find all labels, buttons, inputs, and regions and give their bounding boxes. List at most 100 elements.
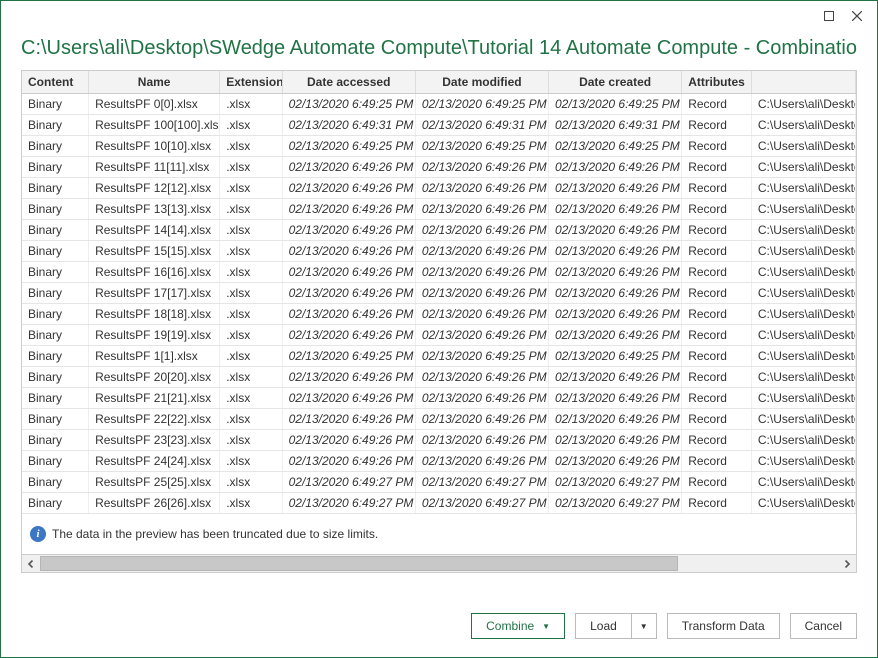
cell-name: ResultsPF 1[1].xlsx — [89, 346, 220, 367]
col-header-date-accessed[interactable]: Date accessed — [282, 71, 415, 94]
cell-content: Binary — [22, 94, 89, 115]
scroll-track[interactable] — [40, 555, 838, 572]
cell-dc: 02/13/2020 6:49:27 PM — [549, 472, 682, 493]
cell-dc: 02/13/2020 6:49:27 PM — [549, 493, 682, 514]
col-header-extension[interactable]: Extension — [220, 71, 282, 94]
cell-dc: 02/13/2020 6:49:26 PM — [549, 304, 682, 325]
cell-da: 02/13/2020 6:49:26 PM — [282, 199, 415, 220]
cell-ext: .xlsx — [220, 409, 282, 430]
cell-dc: 02/13/2020 6:49:26 PM — [549, 199, 682, 220]
col-header-date-modified[interactable]: Date modified — [415, 71, 548, 94]
cell-ext: .xlsx — [220, 157, 282, 178]
cell-dm: 02/13/2020 6:49:26 PM — [415, 451, 548, 472]
cell-attr: Record — [682, 199, 752, 220]
cell-da: 02/13/2020 6:49:26 PM — [282, 451, 415, 472]
cell-attr: Record — [682, 451, 752, 472]
col-header-content[interactable]: Content — [22, 71, 89, 94]
cell-name: ResultsPF 14[14].xlsx — [89, 220, 220, 241]
cell-path: C:\Users\ali\Deskto — [751, 430, 855, 451]
cancel-button[interactable]: Cancel — [790, 613, 857, 639]
col-header-path[interactable] — [751, 71, 855, 94]
cell-name: ResultsPF 23[23].xlsx — [89, 430, 220, 451]
cell-dm: 02/13/2020 6:49:27 PM — [415, 493, 548, 514]
cell-attr: Record — [682, 388, 752, 409]
combine-button[interactable]: Combine ▼ — [471, 613, 565, 639]
cell-ext: .xlsx — [220, 325, 282, 346]
table-row[interactable]: BinaryResultsPF 16[16].xlsx.xlsx02/13/20… — [22, 262, 856, 283]
table-row[interactable]: BinaryResultsPF 19[19].xlsx.xlsx02/13/20… — [22, 325, 856, 346]
table-row[interactable]: BinaryResultsPF 20[20].xlsx.xlsx02/13/20… — [22, 367, 856, 388]
cell-content: Binary — [22, 136, 89, 157]
cell-da: 02/13/2020 6:49:26 PM — [282, 409, 415, 430]
load-label: Load — [590, 619, 617, 633]
cell-ext: .xlsx — [220, 388, 282, 409]
cell-da: 02/13/2020 6:49:26 PM — [282, 325, 415, 346]
cell-attr: Record — [682, 430, 752, 451]
cell-path: C:\Users\ali\Deskto — [751, 115, 855, 136]
col-header-date-created[interactable]: Date created — [549, 71, 682, 94]
table-row[interactable]: BinaryResultsPF 18[18].xlsx.xlsx02/13/20… — [22, 304, 856, 325]
table-row[interactable]: BinaryResultsPF 17[17].xlsx.xlsx02/13/20… — [22, 283, 856, 304]
cell-da: 02/13/2020 6:49:26 PM — [282, 220, 415, 241]
horizontal-scrollbar[interactable] — [21, 555, 857, 573]
col-header-name[interactable]: Name — [89, 71, 220, 94]
load-dropdown-button[interactable]: ▼ — [631, 613, 657, 639]
table-row[interactable]: BinaryResultsPF 12[12].xlsx.xlsx02/13/20… — [22, 178, 856, 199]
col-header-attributes[interactable]: Attributes — [682, 71, 752, 94]
table-row[interactable]: BinaryResultsPF 26[26].xlsx.xlsx02/13/20… — [22, 493, 856, 514]
cell-attr: Record — [682, 136, 752, 157]
table-row[interactable]: BinaryResultsPF 24[24].xlsx.xlsx02/13/20… — [22, 451, 856, 472]
cell-name: ResultsPF 26[26].xlsx — [89, 493, 220, 514]
cell-content: Binary — [22, 220, 89, 241]
transform-data-button[interactable]: Transform Data — [667, 613, 780, 639]
scroll-left-icon[interactable] — [22, 555, 40, 572]
cell-dc: 02/13/2020 6:49:26 PM — [549, 262, 682, 283]
table-row[interactable]: BinaryResultsPF 0[0].xlsx.xlsx02/13/2020… — [22, 94, 856, 115]
titlebar — [1, 1, 877, 31]
cell-da: 02/13/2020 6:49:26 PM — [282, 283, 415, 304]
cell-attr: Record — [682, 262, 752, 283]
cell-path: C:\Users\ali\Deskto — [751, 325, 855, 346]
cell-path: C:\Users\ali\Deskto — [751, 178, 855, 199]
table-row[interactable]: BinaryResultsPF 22[22].xlsx.xlsx02/13/20… — [22, 409, 856, 430]
table-row[interactable]: BinaryResultsPF 25[25].xlsx.xlsx02/13/20… — [22, 472, 856, 493]
cell-dc: 02/13/2020 6:49:26 PM — [549, 451, 682, 472]
table-row[interactable]: BinaryResultsPF 15[15].xlsx.xlsx02/13/20… — [22, 241, 856, 262]
truncation-info: i The data in the preview has been trunc… — [22, 514, 856, 554]
page-title: C:\Users\ali\Desktop\SWedge Automate Com… — [21, 37, 857, 60]
cell-dc: 02/13/2020 6:49:25 PM — [549, 346, 682, 367]
cell-attr: Record — [682, 367, 752, 388]
cell-dm: 02/13/2020 6:49:26 PM — [415, 220, 548, 241]
table-row[interactable]: BinaryResultsPF 23[23].xlsx.xlsx02/13/20… — [22, 430, 856, 451]
cell-dm: 02/13/2020 6:49:25 PM — [415, 94, 548, 115]
cell-attr: Record — [682, 304, 752, 325]
table-row[interactable]: BinaryResultsPF 10[10].xlsx.xlsx02/13/20… — [22, 136, 856, 157]
cell-dm: 02/13/2020 6:49:31 PM — [415, 115, 548, 136]
cell-path: C:\Users\ali\Deskto — [751, 451, 855, 472]
table-row[interactable]: BinaryResultsPF 21[21].xlsx.xlsx02/13/20… — [22, 388, 856, 409]
cell-content: Binary — [22, 409, 89, 430]
cell-name: ResultsPF 10[10].xlsx — [89, 136, 220, 157]
cell-da: 02/13/2020 6:49:27 PM — [282, 493, 415, 514]
cell-path: C:\Users\ali\Deskto — [751, 472, 855, 493]
table-row[interactable]: BinaryResultsPF 14[14].xlsx.xlsx02/13/20… — [22, 220, 856, 241]
table-row[interactable]: BinaryResultsPF 13[13].xlsx.xlsx02/13/20… — [22, 199, 856, 220]
cell-content: Binary — [22, 346, 89, 367]
table-row[interactable]: BinaryResultsPF 100[100].xlsx.xlsx02/13/… — [22, 115, 856, 136]
close-icon[interactable] — [843, 5, 871, 27]
scroll-thumb[interactable] — [40, 556, 678, 571]
cell-name: ResultsPF 25[25].xlsx — [89, 472, 220, 493]
cell-ext: .xlsx — [220, 451, 282, 472]
table-row[interactable]: BinaryResultsPF 1[1].xlsx.xlsx02/13/2020… — [22, 346, 856, 367]
cell-name: ResultsPF 19[19].xlsx — [89, 325, 220, 346]
table-row[interactable]: BinaryResultsPF 11[11].xlsx.xlsx02/13/20… — [22, 157, 856, 178]
cell-dm: 02/13/2020 6:49:26 PM — [415, 409, 548, 430]
cell-attr: Record — [682, 115, 752, 136]
scroll-right-icon[interactable] — [838, 555, 856, 572]
load-button[interactable]: Load — [575, 613, 631, 639]
cell-name: ResultsPF 22[22].xlsx — [89, 409, 220, 430]
cell-name: ResultsPF 100[100].xlsx — [89, 115, 220, 136]
maximize-icon[interactable] — [815, 5, 843, 27]
cell-dm: 02/13/2020 6:49:26 PM — [415, 325, 548, 346]
cell-da: 02/13/2020 6:49:25 PM — [282, 346, 415, 367]
